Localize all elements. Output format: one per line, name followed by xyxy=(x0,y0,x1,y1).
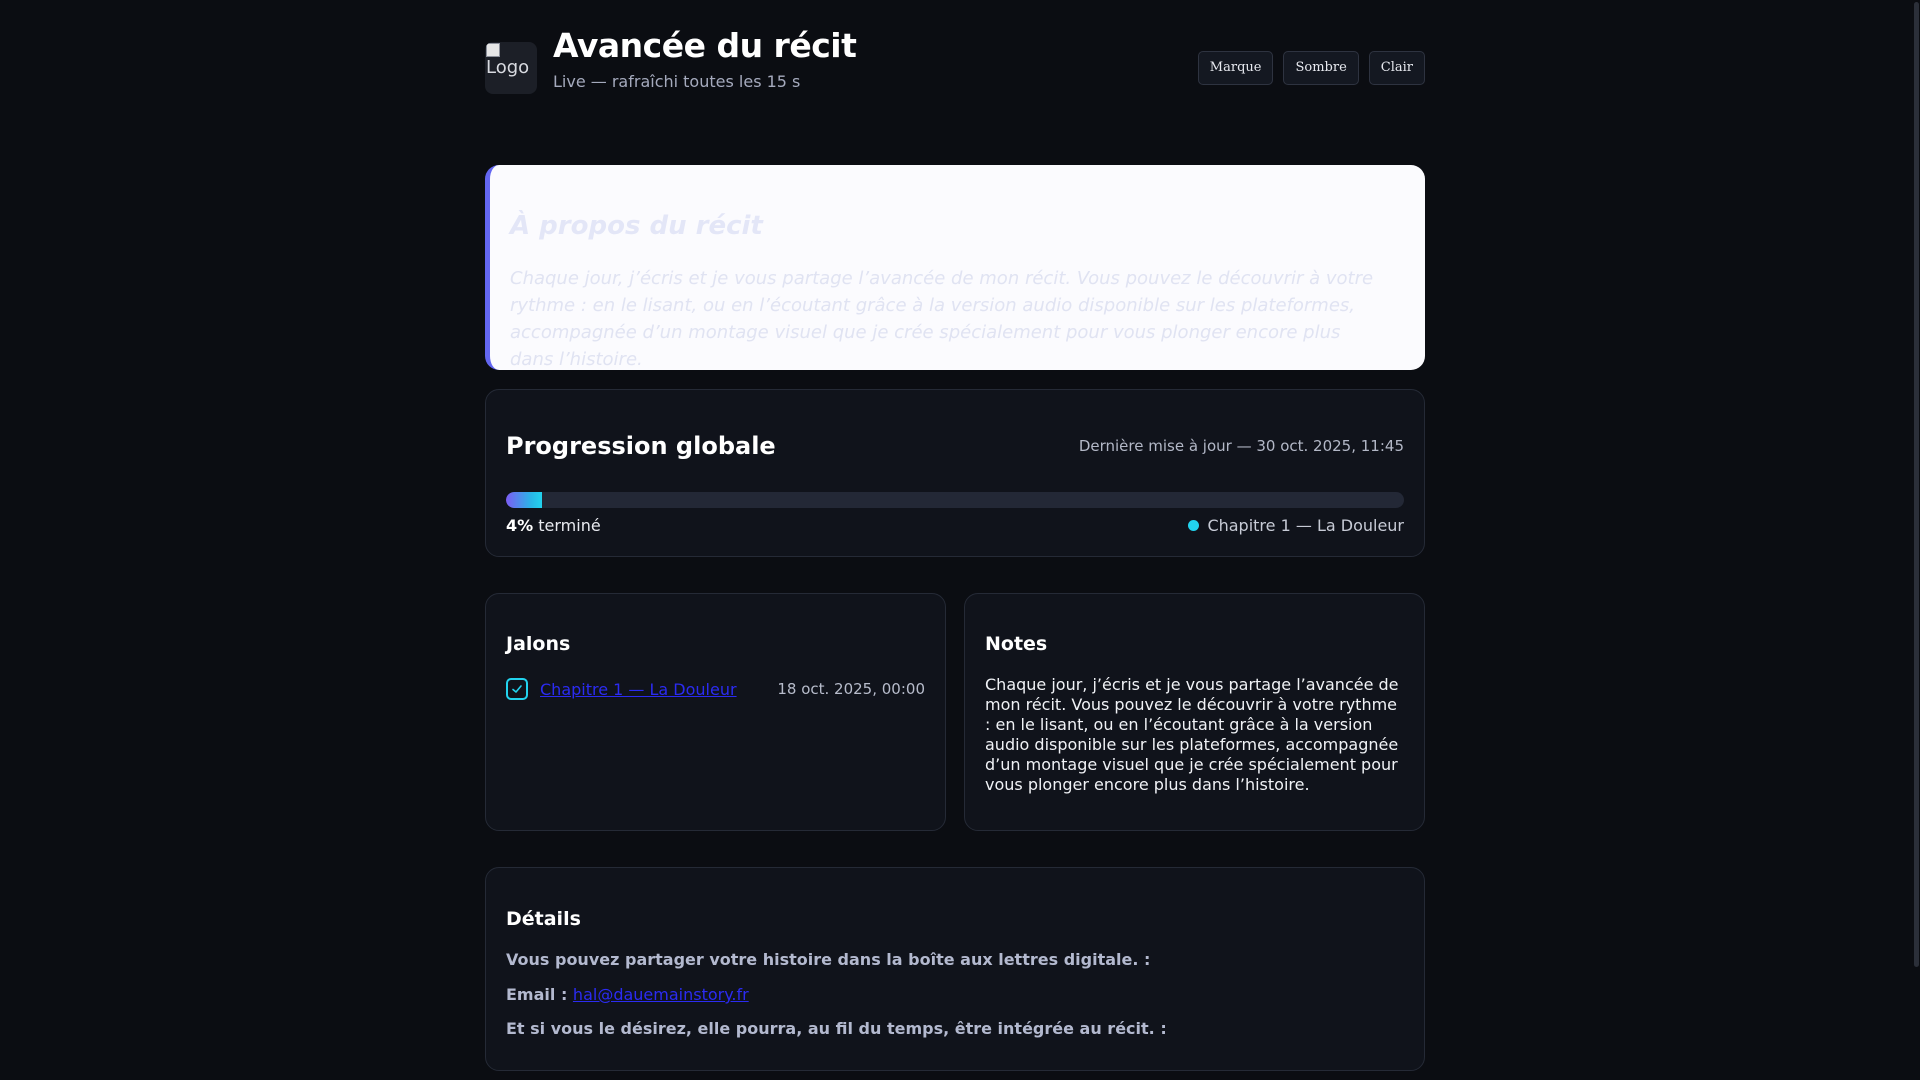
status-dot-icon xyxy=(1188,520,1200,531)
progress-title: Progression globale xyxy=(506,432,776,460)
theme-brand-button[interactable]: Marque xyxy=(1197,51,1274,85)
checkbox-checked-icon xyxy=(506,678,528,700)
progress-percent: 4% terminé xyxy=(506,516,601,535)
milestone-link[interactable]: Chapitre 1 — La Douleur xyxy=(540,680,737,699)
details-line-mailbox: Vous pouvez partager votre histoire dans… xyxy=(506,950,1151,969)
progress-percent-value: 4% xyxy=(506,516,534,535)
broken-image-icon xyxy=(486,43,500,57)
logo-alt-text: Logo xyxy=(486,57,530,78)
about-title: À propos du récit xyxy=(510,211,763,241)
details-line-email: Email : hal@dauemainstory.fr xyxy=(506,985,749,1004)
about-card: À propos du récit Chaque jour, j’écris e… xyxy=(485,165,1425,370)
email-link[interactable]: hal@dauemainstory.fr xyxy=(573,985,749,1004)
current-chapter-label: Chapitre 1 — La Douleur xyxy=(1207,516,1404,535)
logo: Logo xyxy=(485,42,537,94)
theme-dark-button[interactable]: Sombre xyxy=(1283,51,1359,85)
scrollbar-thumb[interactable] xyxy=(1914,2,1919,967)
about-text: Chaque jour, j’écris et je vous partage … xyxy=(510,268,1374,370)
notes-text: Chaque jour, j’écris et je vous partage … xyxy=(985,675,1399,794)
page-subtitle: Live — rafraîchi toutes les 15 s xyxy=(553,72,801,91)
progress-bar-fill xyxy=(506,492,542,508)
page: Logo Avancée du récit Live — rafraîchi t… xyxy=(485,0,1425,1071)
header: Logo Avancée du récit Live — rafraîchi t… xyxy=(485,0,1425,130)
progress-card: Progression globale Dernière mise à jour… xyxy=(485,389,1425,557)
details-card: Détails Vous pouvez partager votre histo… xyxy=(485,867,1425,1071)
page-title: Avancée du récit xyxy=(553,26,857,65)
details-title: Détails xyxy=(506,908,581,930)
email-label: Email : xyxy=(506,985,568,1004)
progress-bar xyxy=(506,492,1404,508)
notes-card: Notes Chaque jour, j’écris et je vous pa… xyxy=(964,593,1425,831)
milestone-item: Chapitre 1 — La Douleur 18 oct. 2025, 00… xyxy=(506,677,925,701)
last-update: Dernière mise à jour — 30 oct. 2025, 11:… xyxy=(1078,437,1404,455)
current-chapter: Chapitre 1 — La Douleur xyxy=(1188,516,1404,535)
notes-title: Notes xyxy=(985,633,1048,655)
theme-switcher: Marque Sombre Clair xyxy=(1197,51,1425,85)
progress-done-label: terminé xyxy=(538,516,601,535)
scrollbar[interactable] xyxy=(1912,0,1920,1080)
milestones-title: Jalons xyxy=(506,633,571,655)
theme-light-button[interactable]: Clair xyxy=(1368,51,1425,85)
details-line-integration: Et si vous le désirez, elle pourra, au f… xyxy=(506,1019,1167,1038)
milestones-card: Jalons Chapitre 1 — La Douleur 18 oct. 2… xyxy=(485,593,946,831)
milestone-date: 18 oct. 2025, 00:00 xyxy=(777,680,925,698)
